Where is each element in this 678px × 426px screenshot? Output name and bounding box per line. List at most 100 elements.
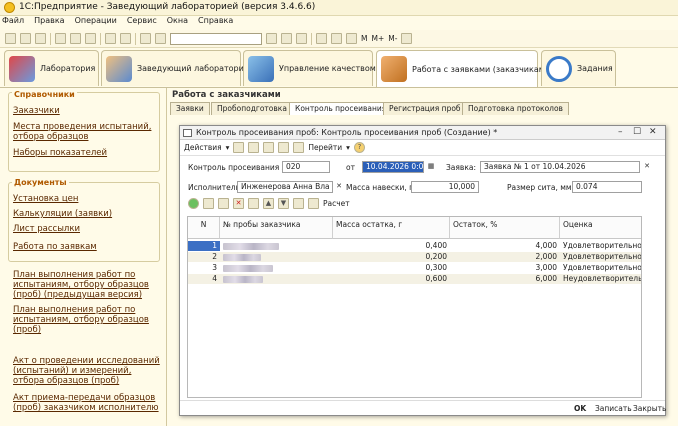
percent-cell[interactable]: 3,000 <box>450 263 560 273</box>
tab-sieve-control[interactable]: Контроль просеивания <box>289 102 393 115</box>
row-number-cell[interactable]: 4 <box>188 274 220 284</box>
row-number-cell[interactable]: 3 <box>188 263 220 273</box>
redo-icon[interactable] <box>155 33 166 44</box>
menu-edit[interactable]: Правка <box>34 16 64 25</box>
open-folder-icon[interactable] <box>20 33 31 44</box>
undo-icon[interactable] <box>140 33 151 44</box>
memory-minus-button[interactable]: M- <box>388 34 397 43</box>
post-icon[interactable] <box>248 142 260 153</box>
calculator-icon[interactable] <box>346 33 357 44</box>
tab-lab-head[interactable]: Заведующий лабораторией <box>101 50 254 86</box>
mass-cell[interactable]: 0,400 <box>333 241 450 251</box>
help-icon[interactable] <box>316 33 327 44</box>
row-number-cell[interactable]: 1 <box>188 241 220 251</box>
edit-row-icon[interactable] <box>218 198 229 209</box>
minimize-icon[interactable]: – <box>618 127 623 137</box>
tab-protocols[interactable]: Подготовка протоколов <box>462 102 569 115</box>
tab-sample-registration[interactable]: Регистрация проб <box>383 102 467 115</box>
goto-menu-button[interactable]: Перейти <box>308 143 342 152</box>
print-icon[interactable] <box>263 142 275 153</box>
print-icon[interactable] <box>105 33 116 44</box>
sidebar-item-calculations[interactable]: Калькуляции (заявки) <box>13 209 161 219</box>
menu-file[interactable]: Файл <box>2 16 24 25</box>
search-combo-input[interactable] <box>170 32 262 45</box>
tab-sample-prep[interactable]: Пробоподготовка <box>211 102 293 115</box>
tab-tasks[interactable]: Задания <box>541 50 616 86</box>
number-field[interactable]: 020 <box>282 161 330 173</box>
column-header-mass[interactable]: Масса остатка, г <box>333 217 450 239</box>
tab-requests[interactable]: Работа с заявками (заказчиками) <box>376 50 553 87</box>
row-number-cell[interactable]: 2 <box>188 252 220 262</box>
preview-icon[interactable] <box>120 33 131 44</box>
add-row-icon[interactable] <box>188 198 199 209</box>
close-button[interactable]: Закрыть <box>633 404 666 413</box>
executor-field[interactable]: Инженерова Анна Вла ... <box>237 181 333 193</box>
menu-help[interactable]: Справка <box>198 16 233 25</box>
sidebar-item-test-locations[interactable]: Места проведения испытаний, отбора образ… <box>13 122 161 142</box>
new-document-icon[interactable] <box>5 33 16 44</box>
pin-icon[interactable] <box>401 33 413 44</box>
table-row[interactable]: 1 0,400 4,000 Удовлетворительно <box>188 241 641 251</box>
date-field[interactable]: 10.04.2026 0:00:0 <box>362 161 424 173</box>
column-header-sample[interactable]: № пробы заказчика <box>220 217 333 239</box>
move-down-icon[interactable]: ▼ <box>278 198 289 209</box>
grade-cell[interactable]: Неудовлетворительно <box>560 274 641 284</box>
sidebar-item-request-work[interactable]: Работа по заявкам <box>13 242 161 252</box>
structure-icon[interactable] <box>278 142 290 153</box>
grade-cell[interactable]: Удовлетворительно <box>560 241 641 251</box>
actions-menu-button[interactable]: Действия <box>184 143 222 152</box>
copy-icon[interactable] <box>70 33 81 44</box>
report-plan[interactable]: План выполнения работ по испытаниям, отб… <box>13 305 161 335</box>
save-icon[interactable] <box>35 33 46 44</box>
memory-button[interactable]: M <box>361 34 367 43</box>
menu-windows[interactable]: Окна <box>167 16 188 25</box>
search-icon[interactable] <box>296 33 307 44</box>
request-field[interactable]: Заявка № 1 от 10.04.2026 <box>480 161 640 173</box>
report-transfer-act[interactable]: Акт приема-передачи образцов (проб) зака… <box>13 393 161 413</box>
end-edit-icon[interactable] <box>248 198 259 209</box>
save-icon[interactable] <box>233 142 245 153</box>
sample-number-cell[interactable] <box>220 241 333 251</box>
table-row[interactable]: 3 0,300 3,000 Удовлетворительно <box>188 263 641 273</box>
sample-number-cell[interactable] <box>220 252 333 262</box>
tab-requests-list[interactable]: Заявки <box>170 102 210 115</box>
sidebar-item-mailing-list[interactable]: Лист рассылки <box>13 224 161 234</box>
find-next-icon[interactable] <box>266 33 277 44</box>
close-icon[interactable]: ✕ <box>649 127 657 137</box>
cut-icon[interactable] <box>55 33 66 44</box>
column-header-n[interactable]: N <box>188 217 220 239</box>
sidebar-item-customers[interactable]: Заказчики <box>13 106 161 116</box>
sidebar-item-prices[interactable]: Установка цен <box>13 194 161 204</box>
calendar-icon[interactable]: ▦ <box>426 162 436 172</box>
column-header-grade[interactable]: Оценка <box>560 217 641 239</box>
menu-service[interactable]: Сервис <box>127 16 157 25</box>
tab-quality[interactable]: Управление качеством <box>243 50 376 86</box>
delete-row-icon[interactable]: ✕ <box>233 198 244 209</box>
paste-icon[interactable] <box>85 33 96 44</box>
percent-cell[interactable]: 4,000 <box>450 241 560 251</box>
sort-asc-icon[interactable] <box>293 198 304 209</box>
memory-plus-button[interactable]: M+ <box>371 34 384 43</box>
report-plan-previous[interactable]: План выполнения работ по испытаниям, отб… <box>13 270 161 300</box>
tab-laboratory[interactable]: Лаборатория <box>4 50 99 86</box>
calculate-button[interactable]: Расчет <box>323 199 350 208</box>
mass-cell[interactable]: 0,600 <box>333 274 450 284</box>
move-up-icon[interactable]: ▲ <box>263 198 274 209</box>
menu-operations[interactable]: Операции <box>75 16 117 25</box>
clear-icon[interactable]: ✕ <box>334 182 344 192</box>
table-row[interactable]: 2 0,200 2,000 Удовлетворительно <box>188 252 641 262</box>
mass-field[interactable]: 10,000 <box>411 181 479 193</box>
calendar-icon[interactable] <box>331 33 342 44</box>
report-test-act[interactable]: Акт о проведении исследований (испытаний… <box>13 356 161 386</box>
copy-row-icon[interactable] <box>203 198 214 209</box>
column-header-percent[interactable]: Остаток, % <box>450 217 560 239</box>
report-icon[interactable] <box>293 142 305 153</box>
sort-desc-icon[interactable] <box>308 198 319 209</box>
percent-cell[interactable]: 2,000 <box>450 252 560 262</box>
save-button[interactable]: Записать <box>595 404 632 413</box>
mass-cell[interactable]: 0,200 <box>333 252 450 262</box>
sidebar-item-indicator-sets[interactable]: Наборы показателей <box>13 148 161 158</box>
ok-button[interactable]: OK <box>574 404 586 413</box>
maximize-icon[interactable]: ☐ <box>633 127 641 137</box>
help-icon[interactable]: ? <box>353 142 365 153</box>
